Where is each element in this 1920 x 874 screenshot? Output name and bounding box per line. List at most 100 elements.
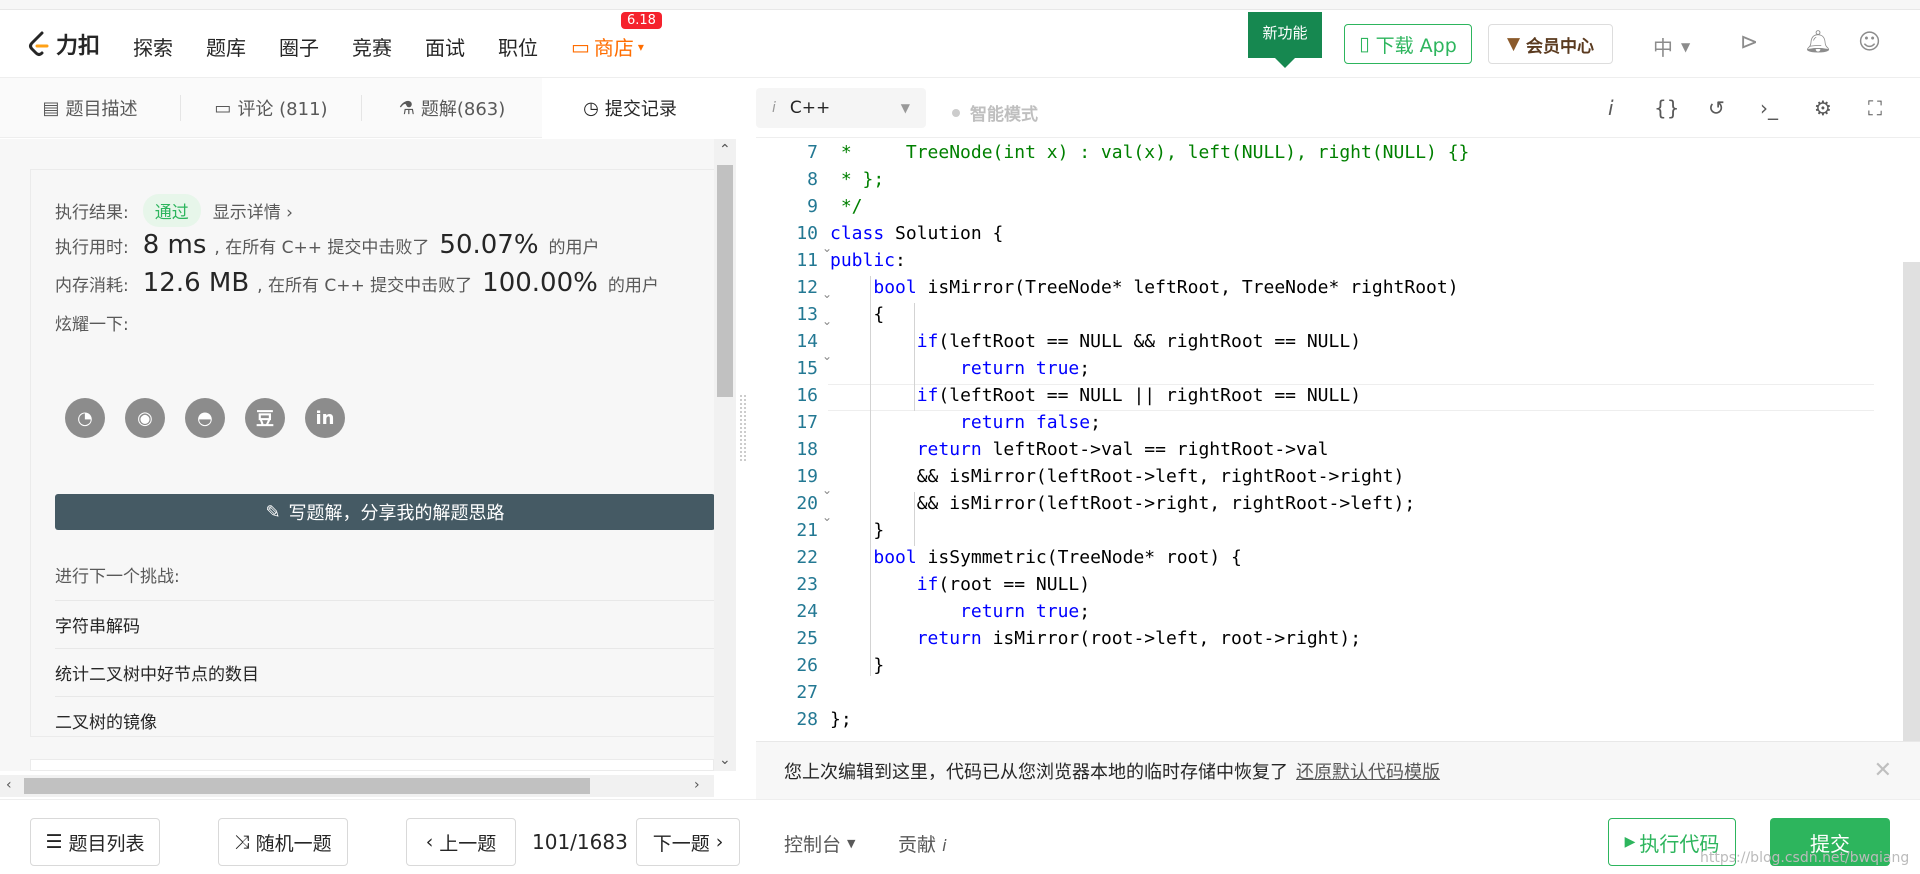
list-item[interactable]: 二叉树的镜像 — [55, 696, 715, 744]
vip-center-button[interactable]: ▼ 会员中心 — [1488, 24, 1613, 64]
scroll-down-icon[interactable]: ⌄ — [719, 752, 731, 768]
watermark-text: https://blog.csdn.net/bwqiang — [1700, 850, 1910, 866]
douban-icon[interactable]: 豆 — [245, 398, 285, 438]
memory-row: 内存消耗: 12.6 MB , 在所有 C++ 提交中击败了 100.00% 的… — [55, 268, 659, 298]
line-number: 7 — [807, 142, 818, 163]
code-line: return true; — [960, 358, 1091, 379]
line-number: 13 — [796, 304, 818, 325]
result-card: 执行结果: 通过 显示详情 › 执行用时: 8 ms , 在所有 C++ 提交中… — [30, 169, 715, 737]
tab-comments-label: 评论 (811) — [237, 99, 328, 120]
nav-shop[interactable]: ▭ 商店 ▾ 6.18 — [571, 12, 662, 61]
logo[interactable]: 力扣 — [28, 28, 100, 60]
code-line: }; — [830, 709, 852, 730]
panel-resize-handle[interactable] — [740, 395, 746, 461]
console-toggle[interactable]: 控制台 ▼ — [784, 830, 855, 857]
code-line: if(leftRoot == NULL && rightRoot == NULL… — [916, 331, 1362, 352]
write-solution-button[interactable]: ✎ 写题解，分享我的解题思路 — [55, 494, 715, 530]
random-problem-button[interactable]: ⤨ 随机一题 — [218, 818, 348, 866]
line-number: 11 — [796, 250, 818, 271]
nav-interview[interactable]: 面试 — [425, 32, 465, 61]
result-row: 执行结果: 通过 显示详情 › — [55, 194, 293, 227]
nav-circle[interactable]: 圈子 — [279, 32, 319, 61]
write-solution-label: 写题解，分享我的解题思路 — [288, 503, 505, 524]
format-braces-icon[interactable]: {} — [1654, 96, 1679, 120]
runtime-suffix: 的用户 — [548, 237, 600, 258]
editor-vertical-scroll-thumb[interactable] — [1903, 262, 1920, 742]
phone-icon: ▯ — [1359, 33, 1370, 55]
logo-text: 力扣 — [56, 34, 101, 59]
settings-icon[interactable]: ⚙ — [1814, 96, 1832, 120]
tab-solutions-label: 题解(863) — [420, 99, 506, 120]
tab-solutions[interactable]: ⚗ 题解(863) — [362, 78, 542, 138]
code-line: * }; — [830, 169, 885, 190]
restore-notice: 您上次编辑到这里，代码已从您浏览器本地的临时存储中恢复了 还原默认代码模版 ✕ — [756, 741, 1920, 799]
chevron-right-icon: › — [715, 831, 724, 853]
weibo-icon[interactable]: ◉ — [125, 398, 165, 438]
nav-contest[interactable]: 竞赛 — [352, 32, 392, 61]
line-number: 9 — [807, 196, 818, 217]
tab-description-label: 题目描述 — [65, 99, 138, 120]
language-label: 中 — [1653, 36, 1673, 60]
problem-list-button[interactable]: ☰ 题目列表 — [30, 818, 160, 866]
tab-description[interactable]: ▤ 题目描述 — [0, 78, 180, 138]
line-number: 21 — [796, 520, 818, 541]
contribute-button[interactable]: 贡献 i — [898, 830, 947, 857]
left-horizontal-scroll-thumb[interactable] — [24, 778, 590, 794]
line-number: 28 — [796, 709, 818, 730]
code-line: return false; — [960, 412, 1101, 433]
runtime-label: 执行用时: — [55, 237, 129, 258]
reset-icon[interactable]: ↺ — [1708, 96, 1725, 120]
prev-problem-button[interactable]: ‹ 上一题 — [406, 818, 516, 866]
code-line: bool isMirror(TreeNode* leftRoot, TreeNo… — [873, 277, 1459, 298]
qq-icon[interactable]: ◓ — [185, 398, 225, 438]
tab-comments[interactable]: ▭ 评论 (811) — [181, 78, 361, 138]
runtime-row: 执行用时: 8 ms , 在所有 C++ 提交中击败了 50.07% 的用户 — [55, 230, 600, 260]
restore-default-link[interactable]: 还原默认代码模版 — [1296, 758, 1440, 784]
scroll-up-icon[interactable]: ⌃ — [719, 142, 731, 158]
show-detail-link[interactable]: 显示详情 › — [213, 198, 293, 223]
info-icon[interactable]: i — [1608, 96, 1614, 120]
line-number: 27 — [796, 682, 818, 703]
line-number: 14 — [796, 331, 818, 352]
language-select[interactable]: i C++ ▼ — [756, 88, 926, 128]
bell-icon[interactable]: 🔔︎ — [1804, 30, 1832, 55]
left-vertical-scroll-thumb[interactable] — [717, 165, 733, 397]
scroll-right-icon[interactable]: › — [694, 777, 700, 793]
code-editor[interactable]: 7 8 9 10 11 12 13 14 15 16 17 18 19 20 2… — [756, 139, 1902, 741]
line-number: 17 — [796, 412, 818, 433]
close-icon[interactable]: ✕ — [1874, 758, 1892, 783]
code-line: return leftRoot->val == rightRoot->val — [916, 439, 1329, 460]
language-switch[interactable]: 中 ▼ — [1653, 32, 1690, 61]
new-feature-badge[interactable]: 新功能 — [1248, 12, 1322, 68]
memory-percentile: 100.00% — [482, 268, 598, 298]
next-challenge-label: 进行下一个挑战: — [55, 567, 180, 587]
linkedin-icon[interactable]: in — [305, 398, 345, 438]
info-icon: i — [772, 100, 776, 116]
line-number: 12 — [796, 277, 818, 298]
nav-explore[interactable]: 探索 — [133, 32, 173, 61]
wechat-icon[interactable]: ◔ — [65, 398, 105, 438]
scroll-left-icon[interactable]: ‹ — [6, 777, 12, 793]
list-item[interactable]: 统计二叉树中好节点的数目 — [55, 648, 715, 696]
list-item[interactable]: 字符串解码 — [55, 600, 715, 648]
code-line: if(leftRoot == NULL || rightRoot == NULL… — [916, 385, 1362, 406]
shop-label: 商店 — [593, 36, 634, 60]
problem-list-label: 题目列表 — [68, 832, 145, 855]
runtime-value: 8 ms — [142, 230, 207, 260]
nav-jobs[interactable]: 职位 — [498, 32, 538, 61]
download-app-button[interactable]: ▯ 下载 App — [1344, 24, 1472, 64]
code-line: return true; — [960, 601, 1091, 622]
tab-submissions[interactable]: ◷ 提交记录 — [542, 78, 718, 138]
next-problem-button[interactable]: 下一题 › — [636, 818, 740, 866]
line-number: 24 — [796, 601, 818, 622]
smart-mode-toggle[interactable]: 智能模式 — [952, 100, 1038, 125]
nav-problems[interactable]: 题库 — [206, 32, 246, 61]
description-icon: ▤ — [42, 97, 60, 119]
fullscreen-icon[interactable]: ⛶ — [1868, 96, 1882, 120]
next-label: 下一题 — [652, 832, 710, 855]
avatar[interactable]: ☺ — [1858, 30, 1881, 55]
terminal-icon[interactable]: ›_ — [1760, 96, 1778, 120]
code-line: } — [830, 520, 885, 541]
playground-icon[interactable]: ⊳ — [1740, 30, 1758, 55]
